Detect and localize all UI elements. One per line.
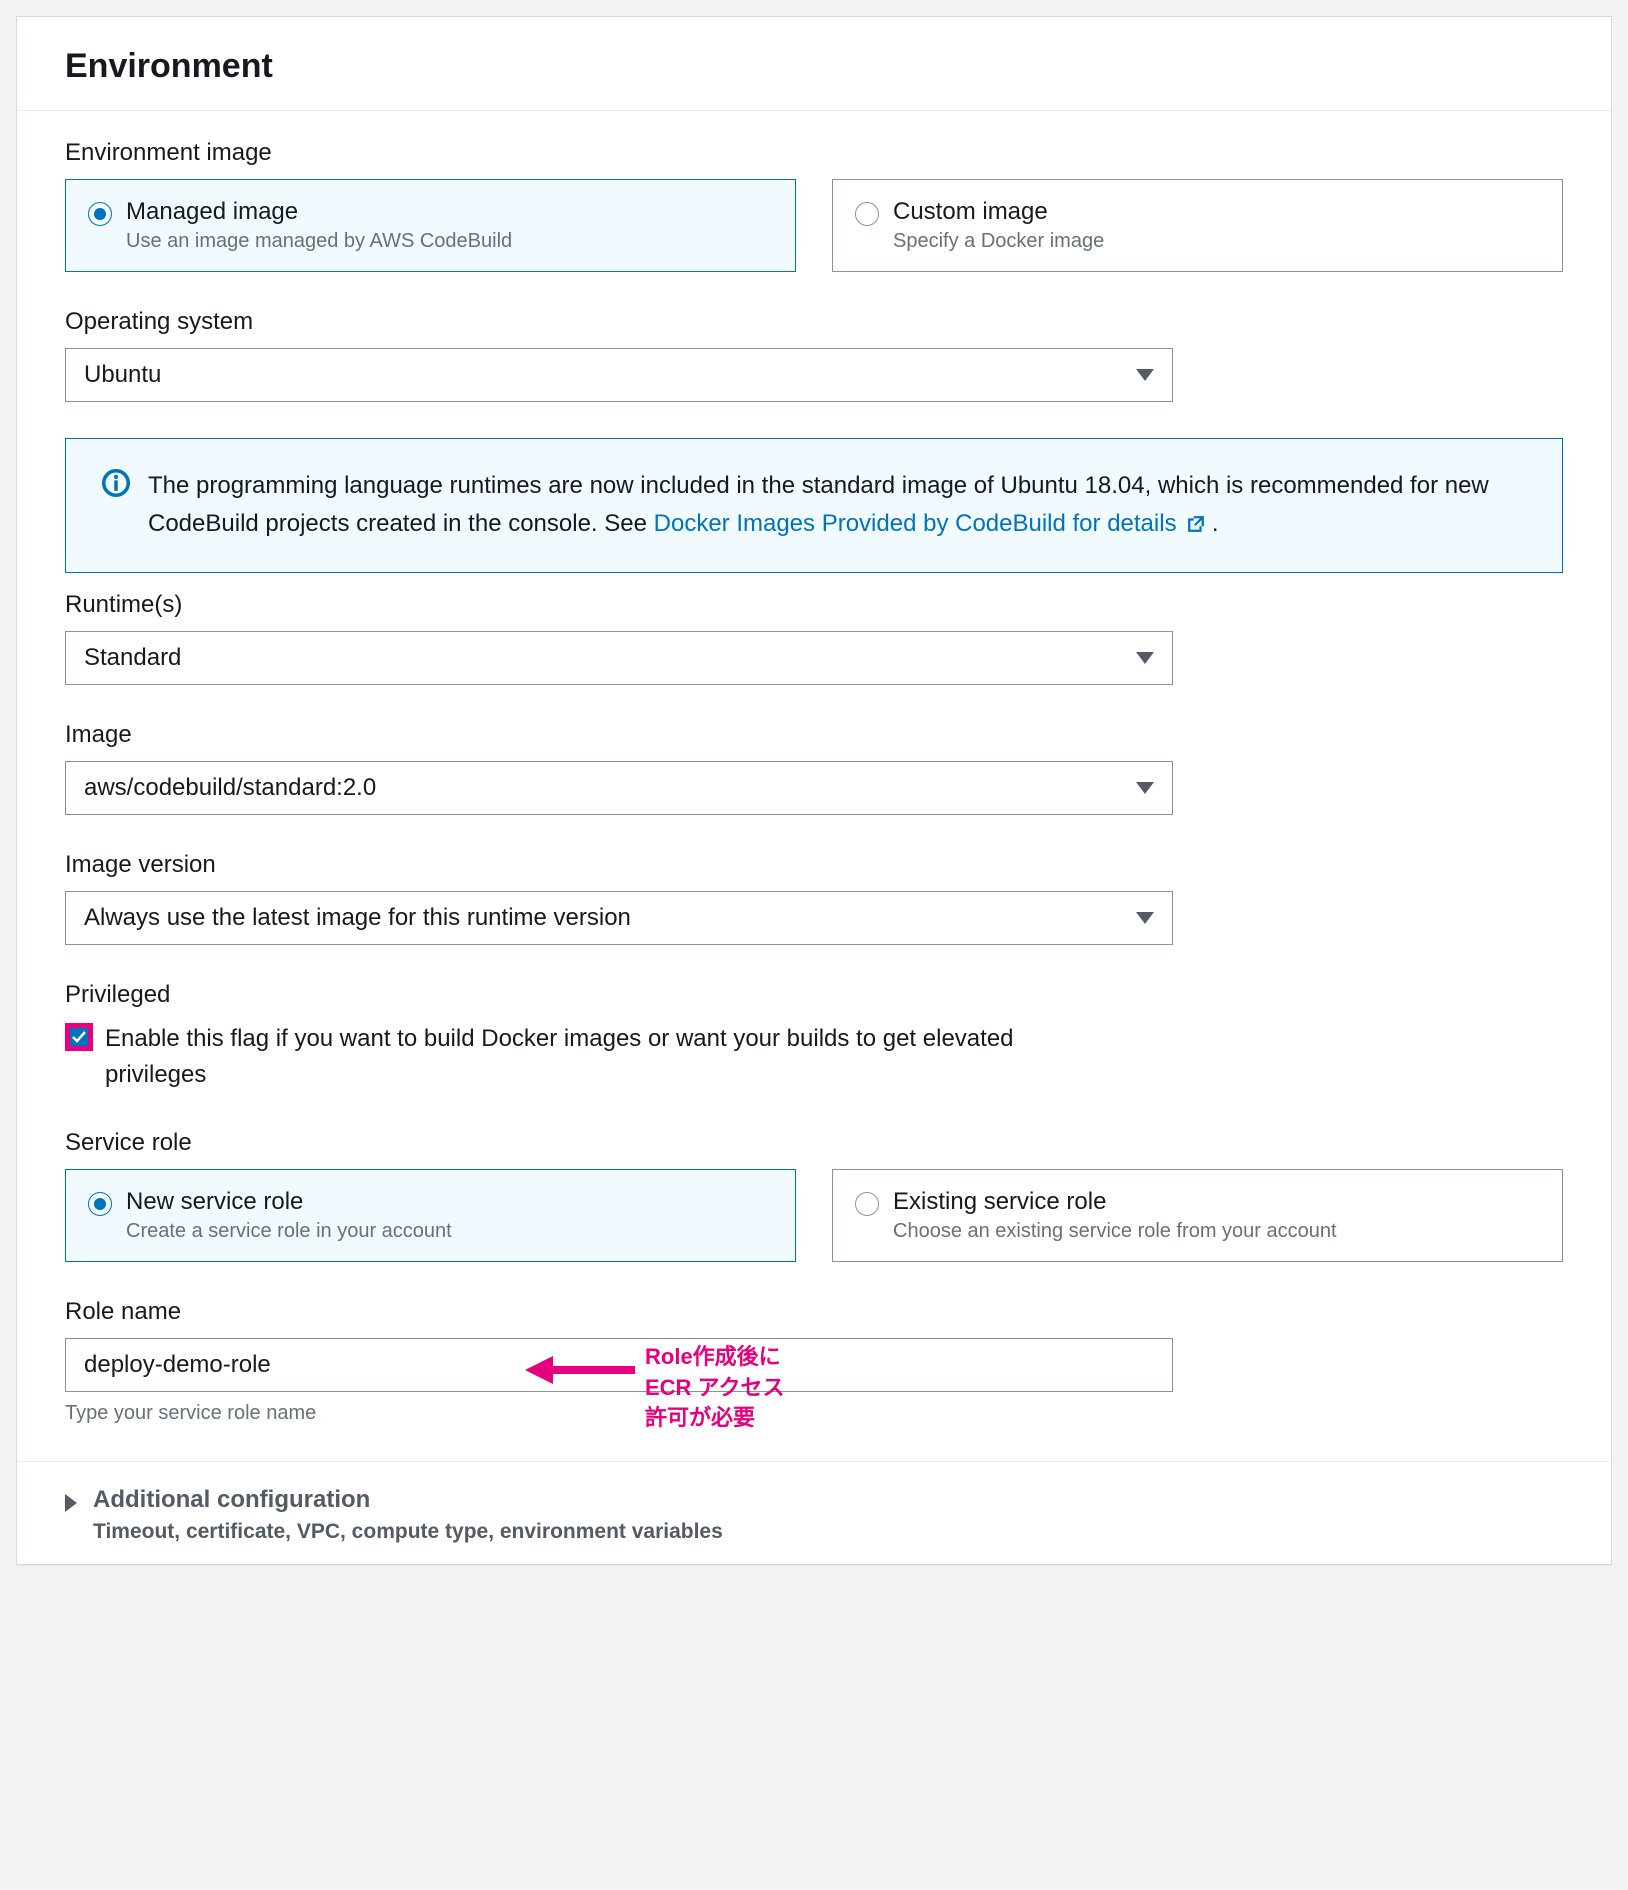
runtime-label: Runtime(s) — [65, 591, 1563, 619]
radio-icon — [855, 1192, 879, 1216]
service-role-label: Service role — [65, 1129, 1563, 1157]
env-image-label: Environment image — [65, 139, 1563, 167]
image-value: aws/codebuild/standard:2.0 — [84, 774, 376, 802]
runtime-value: Standard — [84, 644, 181, 672]
chevron-down-icon — [1136, 912, 1154, 924]
panel-header: Environment — [17, 17, 1611, 111]
image-select[interactable]: aws/codebuild/standard:2.0 — [65, 761, 1173, 815]
environment-panel: Environment Environment image Managed im… — [16, 16, 1612, 1565]
image-version-label: Image version — [65, 851, 1563, 879]
additional-config-sub: Timeout, certificate, VPC, compute type,… — [93, 1520, 723, 1544]
panel-body: Environment image Managed image Use an i… — [17, 111, 1611, 1564]
option-title: Existing service role — [893, 1188, 1337, 1216]
privileged-text: Enable this flag if you want to build Do… — [105, 1021, 1065, 1093]
option-sub: Choose an existing service role from you… — [893, 1220, 1337, 1243]
env-image-custom-option[interactable]: Custom image Specify a Docker image — [832, 179, 1563, 272]
privileged-checkbox[interactable] — [65, 1023, 93, 1051]
option-sub: Use an image managed by AWS CodeBuild — [126, 230, 512, 253]
annotation-text: Role作成後に ECR アクセス 許可が必要 — [645, 1342, 784, 1434]
image-version-value: Always use the latest image for this run… — [84, 904, 631, 932]
chevron-down-icon — [1136, 652, 1154, 664]
external-link-icon — [1187, 515, 1205, 533]
image-version-select[interactable]: Always use the latest image for this run… — [65, 891, 1173, 945]
image-label: Image — [65, 721, 1563, 749]
env-image-managed-option[interactable]: Managed image Use an image managed by AW… — [65, 179, 796, 272]
env-image-radio-group: Managed image Use an image managed by AW… — [65, 179, 1563, 272]
radio-icon — [88, 1192, 112, 1216]
option-sub: Create a service role in your account — [126, 1220, 452, 1243]
option-sub: Specify a Docker image — [893, 230, 1104, 253]
additional-config-expander[interactable]: Additional configuration Timeout, certif… — [65, 1486, 1563, 1544]
os-select[interactable]: Ubuntu — [65, 348, 1173, 402]
chevron-down-icon — [1136, 782, 1154, 794]
option-title: Managed image — [126, 198, 512, 226]
info-icon — [102, 469, 130, 497]
os-label: Operating system — [65, 308, 1563, 336]
runtime-select[interactable]: Standard — [65, 631, 1173, 685]
panel-title: Environment — [65, 47, 1563, 86]
radio-icon — [855, 202, 879, 226]
divider — [17, 1461, 1611, 1462]
role-name-input[interactable] — [65, 1338, 1173, 1392]
role-name-hint: Type your service role name — [65, 1402, 1563, 1425]
role-name-label: Role name — [65, 1298, 1563, 1326]
privileged-label: Privileged — [65, 981, 1563, 1009]
info-text: The programming language runtimes are no… — [148, 467, 1526, 544]
radio-icon — [88, 202, 112, 226]
chevron-down-icon — [1136, 369, 1154, 381]
service-role-existing-option[interactable]: Existing service role Choose an existing… — [832, 1169, 1563, 1262]
info-alert: The programming language runtimes are no… — [65, 438, 1563, 573]
service-role-radio-group: New service role Create a service role i… — [65, 1169, 1563, 1262]
option-title: New service role — [126, 1188, 452, 1216]
chevron-right-icon — [65, 1494, 77, 1512]
option-title: Custom image — [893, 198, 1104, 226]
additional-config-title: Additional configuration — [93, 1486, 723, 1514]
os-value: Ubuntu — [84, 361, 161, 389]
service-role-new-option[interactable]: New service role Create a service role i… — [65, 1169, 796, 1262]
docker-images-link[interactable]: Docker Images Provided by CodeBuild for … — [654, 510, 1212, 537]
